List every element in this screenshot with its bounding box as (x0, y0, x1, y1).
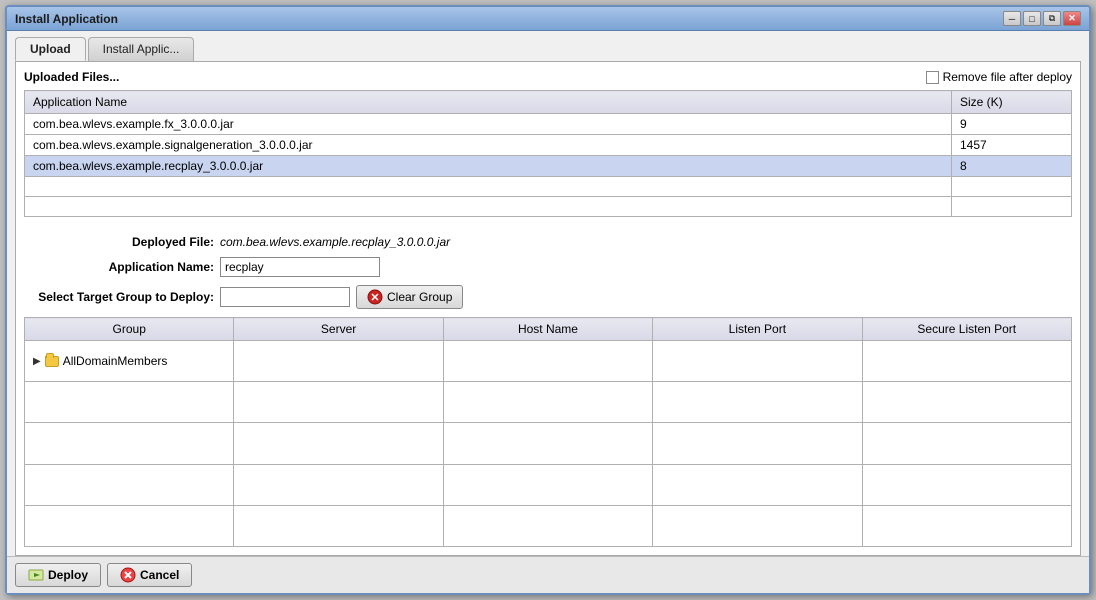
hostname-cell (443, 464, 652, 505)
window-controls: ─ □ ⧉ ✕ (1003, 11, 1081, 26)
remove-file-option: Remove file after deploy (926, 70, 1072, 84)
application-name-row: Application Name: (24, 257, 1072, 277)
select-target-row: Select Target Group to Deploy: ✕ Clear G… (24, 285, 1072, 309)
secure-port-cell (862, 423, 1071, 464)
hostname-cell (443, 505, 652, 546)
col-header-listen-port: Listen Port (653, 318, 862, 341)
footer-bar: Deploy Cancel (7, 556, 1089, 593)
group-cell (25, 382, 234, 423)
table-row[interactable] (25, 505, 1072, 546)
cancel-icon (120, 567, 136, 583)
app-name-cell (25, 197, 952, 217)
table-row[interactable]: ▶ AllDomainMembers (25, 341, 1072, 382)
clear-group-button[interactable]: ✕ Clear Group (356, 285, 463, 309)
tabs-bar: Upload Install Applic... (7, 31, 1089, 61)
table-row[interactable] (25, 197, 1072, 217)
table-row[interactable]: com.bea.wlevs.example.fx_3.0.0.0.jar 9 (25, 114, 1072, 135)
deployed-file-value: com.bea.wlevs.example.recplay_3.0.0.0.ja… (220, 235, 450, 249)
minimize-button[interactable]: ─ (1003, 11, 1021, 26)
port-cell (653, 382, 862, 423)
server-cell (234, 382, 443, 423)
app-name-cell: com.bea.wlevs.example.recplay_3.0.0.0.ja… (25, 156, 952, 177)
table-row[interactable] (25, 177, 1072, 197)
restore-button[interactable]: ⧉ (1043, 11, 1061, 26)
tab-upload[interactable]: Upload (15, 37, 86, 61)
size-cell (952, 177, 1072, 197)
folder-icon (45, 356, 59, 367)
expand-icon[interactable]: ▶ (33, 356, 41, 367)
port-cell (653, 341, 862, 382)
remove-after-deploy-label: Remove file after deploy (943, 70, 1072, 84)
hostname-cell (443, 341, 652, 382)
table-row[interactable] (25, 464, 1072, 505)
deploy-button[interactable]: Deploy (15, 563, 101, 587)
files-table: Application Name Size (K) com.bea.wlevs.… (24, 90, 1072, 217)
window-title: Install Application (15, 12, 118, 26)
title-bar: Install Application ─ □ ⧉ ✕ (7, 7, 1089, 31)
form-section: Deployed File: com.bea.wlevs.example.rec… (24, 227, 1072, 317)
remove-after-deploy-checkbox[interactable] (926, 71, 939, 84)
tab-install-applic[interactable]: Install Applic... (88, 37, 195, 61)
server-cell (234, 341, 443, 382)
close-button[interactable]: ✕ (1063, 11, 1081, 26)
application-name-input[interactable] (220, 257, 380, 277)
tab-panel-upload: Uploaded Files... Remove file after depl… (15, 61, 1081, 556)
clear-group-icon: ✕ (367, 289, 383, 305)
table-row[interactable]: com.bea.wlevs.example.recplay_3.0.0.0.ja… (25, 156, 1072, 177)
server-cell (234, 505, 443, 546)
table-row[interactable]: com.bea.wlevs.example.signalgeneration_3… (25, 135, 1072, 156)
main-window: Install Application ─ □ ⧉ ✕ Upload Insta… (5, 5, 1091, 595)
server-row-item: ▶ AllDomainMembers (33, 354, 225, 368)
port-cell (653, 464, 862, 505)
hostname-cell (443, 382, 652, 423)
app-name-cell: com.bea.wlevs.example.signalgeneration_3… (25, 135, 952, 156)
clear-group-label: Clear Group (387, 290, 452, 304)
application-name-label: Application Name: (24, 260, 214, 274)
secure-port-cell (862, 382, 1071, 423)
size-cell: 9 (952, 114, 1072, 135)
size-cell (952, 197, 1072, 217)
uploaded-files-label: Uploaded Files... (24, 70, 119, 84)
uploaded-files-header: Uploaded Files... Remove file after depl… (24, 70, 1072, 84)
secure-port-cell (862, 464, 1071, 505)
col-header-secure-port: Secure Listen Port (862, 318, 1071, 341)
group-cell (25, 423, 234, 464)
hostname-cell (443, 423, 652, 464)
select-target-input[interactable] (220, 287, 350, 307)
col-header-size: Size (K) (952, 91, 1072, 114)
group-cell (25, 464, 234, 505)
col-header-hostname: Host Name (443, 318, 652, 341)
deployed-file-row: Deployed File: com.bea.wlevs.example.rec… (24, 235, 1072, 249)
table-row[interactable] (25, 423, 1072, 464)
port-cell (653, 505, 862, 546)
group-cell (25, 505, 234, 546)
table-row[interactable] (25, 382, 1072, 423)
server-cell (234, 423, 443, 464)
servers-table: Group Server Host Name Listen Port Secur (24, 317, 1072, 547)
server-cell (234, 464, 443, 505)
maximize-button[interactable]: □ (1023, 11, 1041, 26)
app-name-cell: com.bea.wlevs.example.fx_3.0.0.0.jar (25, 114, 952, 135)
window-content: Upload Install Applic... Uploaded Files.… (7, 31, 1089, 593)
app-name-cell (25, 177, 952, 197)
secure-port-cell (862, 505, 1071, 546)
select-target-label: Select Target Group to Deploy: (24, 290, 214, 304)
deploy-label: Deploy (48, 568, 88, 582)
port-cell (653, 423, 862, 464)
svg-text:✕: ✕ (370, 292, 379, 304)
secure-port-cell (862, 341, 1071, 382)
col-header-app-name: Application Name (25, 91, 952, 114)
deploy-icon (28, 567, 44, 583)
col-header-group: Group (25, 318, 234, 341)
size-cell: 1457 (952, 135, 1072, 156)
size-cell: 8 (952, 156, 1072, 177)
deployed-file-label: Deployed File: (24, 235, 214, 249)
group-cell: ▶ AllDomainMembers (25, 341, 234, 382)
cancel-button[interactable]: Cancel (107, 563, 192, 587)
col-header-server: Server (234, 318, 443, 341)
cancel-label: Cancel (140, 568, 179, 582)
